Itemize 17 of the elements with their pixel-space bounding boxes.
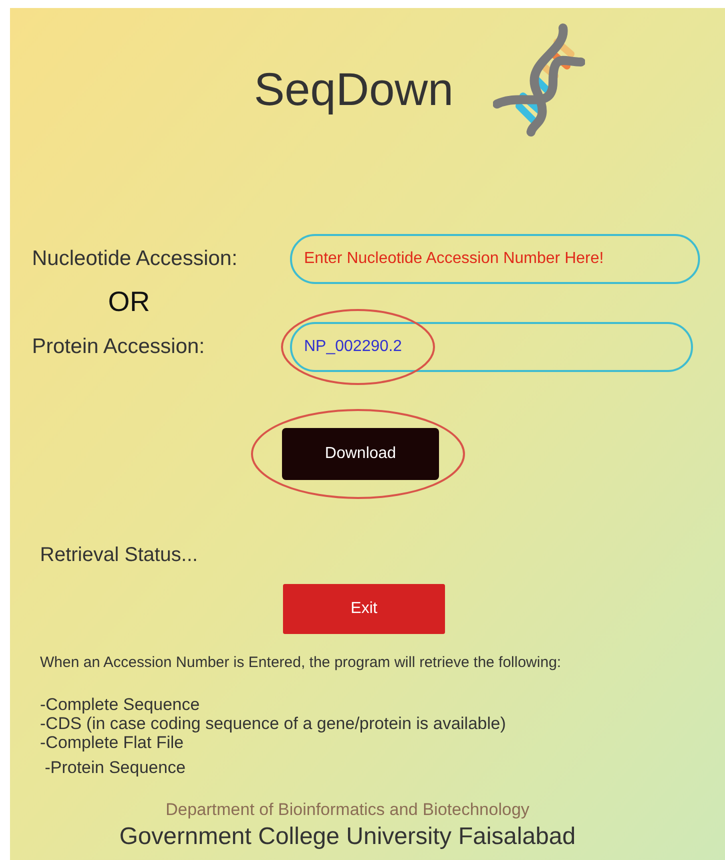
field-label: Nucleotide Accession:	[32, 246, 238, 272]
exit-button[interactable]: Exit	[283, 584, 445, 634]
list-item: -Protein Sequence	[44, 758, 187, 776]
list-item: -Complete Flat File	[40, 732, 185, 752]
or-text: OR	[108, 285, 151, 319]
list-item: -Complete Sequence	[40, 694, 201, 714]
status-text: Retrieval Status...	[40, 543, 199, 568]
app-title: SeqDown	[254, 62, 454, 116]
department-text: Department of Bioinformatics and Biotechnology	[164, 798, 530, 820]
download-button[interactable]: Download	[282, 428, 439, 480]
info-text: When an Accession Number is Entered, the program will retrieve the following:	[40, 653, 562, 673]
accession-input[interactable]: NP_002290.2	[290, 322, 693, 372]
accession-input[interactable]: Enter Nucleotide Accession Number Here!	[290, 234, 700, 284]
list-item: -CDS (in case coding sequence of a gene/protein is available)	[40, 714, 507, 732]
university-text: Government College University Faisalabad	[118, 822, 577, 850]
field-label: Protein Accession:	[32, 334, 206, 360]
dna-icon	[493, 22, 586, 138]
